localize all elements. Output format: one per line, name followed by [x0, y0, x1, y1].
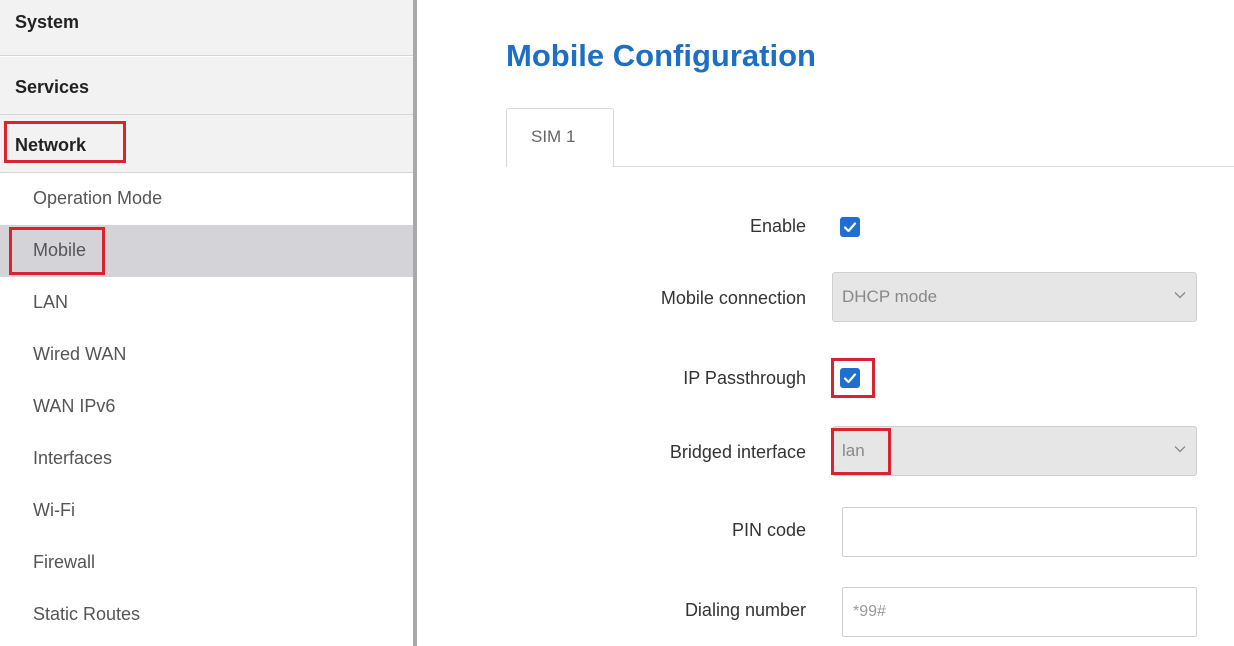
sidebar-item-label: Interfaces — [33, 448, 113, 468]
dialing-number-label: Dialing number — [684, 600, 806, 620]
tab-divider — [506, 166, 1234, 167]
sidebar-item-lan[interactable]: LAN — [0, 277, 413, 329]
highlight-mobile — [9, 227, 105, 275]
sidebar-item-label: Operation Mode — [33, 188, 163, 208]
pin-code-label: PIN code — [731, 520, 806, 540]
sidebar-item-interfaces[interactable]: Interfaces — [0, 433, 413, 485]
tab-sim1[interactable]: SIM 1 — [506, 108, 614, 167]
pin-code-input[interactable] — [842, 507, 1197, 557]
highlight-network — [4, 121, 126, 163]
highlight-ip-passthrough — [831, 358, 875, 398]
sidebar-category-system[interactable]: System — [0, 0, 413, 56]
sidebar: System Services Network Operation Mode M… — [0, 0, 414, 646]
tab-label: SIM 1 — [531, 127, 576, 146]
highlight-bridged-interface — [831, 428, 891, 475]
sidebar-item-static-routes[interactable]: Static Routes — [0, 589, 413, 641]
page-title: Mobile Configuration — [506, 38, 816, 73]
sidebar-category-label: Services — [15, 77, 90, 97]
enable-checkbox[interactable] — [840, 217, 860, 237]
mobile-connection-value: DHCP mode — [842, 287, 938, 306]
bridged-interface-label: Bridged interface — [669, 442, 806, 462]
sidebar-item-label: Wired WAN — [33, 344, 127, 364]
sidebar-item-wired-wan[interactable]: Wired WAN — [0, 329, 413, 381]
sidebar-item-operation-mode[interactable]: Operation Mode — [0, 173, 413, 225]
sidebar-item-label: WAN IPv6 — [33, 396, 116, 416]
sidebar-divider — [413, 0, 417, 646]
sidebar-item-label: Static Routes — [33, 604, 141, 624]
mobile-connection-label: Mobile connection — [660, 288, 806, 308]
sidebar-item-label: Wi-Fi — [33, 500, 75, 520]
sidebar-item-label: Firewall — [33, 552, 96, 572]
check-icon — [843, 222, 857, 233]
sidebar-item-wifi[interactable]: Wi-Fi — [0, 485, 413, 537]
enable-label: Enable — [749, 216, 806, 236]
chevron-down-icon — [1174, 292, 1186, 299]
sidebar-category-label: System — [15, 12, 80, 32]
sidebar-category-services[interactable]: Services — [0, 57, 413, 115]
sidebar-item-firewall[interactable]: Firewall — [0, 537, 413, 589]
ip-passthrough-label: IP Passthrough — [683, 368, 806, 388]
chevron-down-icon — [1174, 446, 1186, 453]
sidebar-item-wan-ipv6[interactable]: WAN IPv6 — [0, 381, 413, 433]
sidebar-item-label: LAN — [33, 292, 69, 312]
mobile-connection-select[interactable]: DHCP mode — [832, 272, 1197, 322]
dialing-number-input[interactable] — [842, 587, 1197, 637]
